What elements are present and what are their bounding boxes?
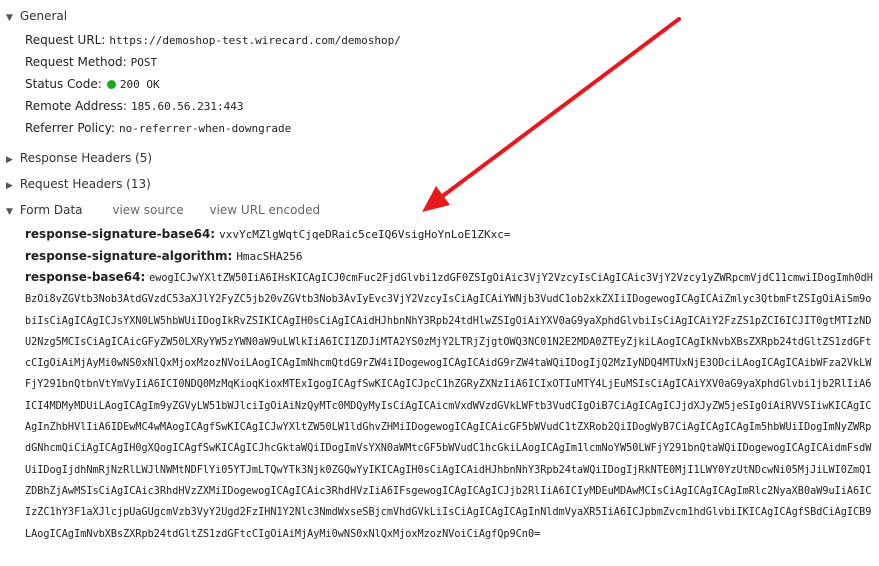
section-title: Request Headers (13) [19,177,151,191]
remote-address-row: Remote Address: 185.60.56.231:443 [25,96,244,116]
section-title: Response Headers (5) [19,151,153,165]
referrer-policy-row: Referrer Policy: no-referrer-when-downgra… [25,118,291,138]
response-base64-row: response-base64: ewogICJwYXltZW50IiA6IHs… [25,268,877,545]
triangle-down-icon: ▼ [6,13,13,23]
section-title: Form Data [19,203,83,217]
referrer-policy-label: Referrer Policy: [25,121,115,135]
remote-address-label: Remote Address: [25,99,127,113]
signature-row: response-signature-base64: vxvYcMZlgWqtCj… [25,224,511,244]
status-code-label: Status Code: [25,77,102,91]
request-url-row: Request URL: https://demoshop-test.wireca… [25,30,401,50]
status-code-row: Status Code: 200 OK [25,74,160,94]
triangle-right-icon: ▶ [6,181,13,191]
request-url-label: Request URL: [25,33,106,47]
algorithm-row: response-signature-algorithm: HmacSHA256 [25,246,303,266]
status-code-value: 200 OK [119,78,160,91]
view-url-encoded-link[interactable]: view URL encoded [209,203,320,217]
view-source-link[interactable]: view source [112,203,183,217]
request-method-value: POST [130,56,158,69]
triangle-right-icon: ▶ [6,155,13,165]
signature-value: vxvYcMZlgWqtCjqeDRaic5ceIQ6VsigHoYnLoE1Z… [219,228,511,241]
response-base64-label: response-base64: [25,270,146,284]
request-method-label: Request Method: [25,55,127,69]
request-method-row: Request Method: POST [25,52,157,72]
response-headers-section-header[interactable]: ▶ Response Headers (5) [6,148,152,168]
signature-label: response-signature-base64: [25,227,216,241]
referrer-policy-value: no-referrer-when-downgrade [119,122,292,135]
algorithm-label: response-signature-algorithm: [25,249,233,263]
section-title: General [19,9,68,23]
remote-address-value: 185.60.56.231:443 [130,100,244,113]
general-section-header[interactable]: ▼ General [6,6,67,26]
response-base64-value: ewogICJwYXltZW50IiA6IHsKICAgICJ0cmFuc2Fj… [25,273,873,540]
triangle-down-icon: ▼ [6,207,13,217]
request-url-value: https://demoshop-test.wirecard.com/demos… [109,34,401,47]
status-ok-dot-icon [106,80,116,89]
request-headers-section-header[interactable]: ▶ Request Headers (13) [6,174,151,194]
form-data-section-header[interactable]: ▼ Form Data view source view URL encoded [6,200,320,220]
algorithm-value: HmacSHA256 [236,250,303,263]
